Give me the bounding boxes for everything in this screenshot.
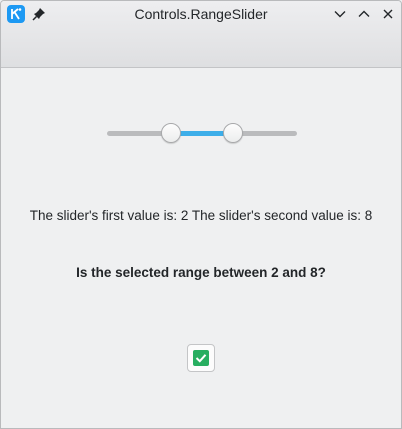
range-slider[interactable] bbox=[107, 123, 297, 145]
values-line: The slider's first value is: 2 The slide… bbox=[1, 208, 401, 223]
check-icon bbox=[193, 350, 209, 366]
second-value-label: The slider's second value is: 8 bbox=[191, 208, 373, 223]
slider-second-handle[interactable] bbox=[222, 123, 243, 143]
chevron-up-icon[interactable] bbox=[356, 6, 372, 22]
slider-first-handle[interactable] bbox=[161, 123, 182, 143]
range-checkbox[interactable] bbox=[187, 344, 215, 372]
chevron-down-icon[interactable] bbox=[332, 6, 348, 22]
title-bar: Controls.RangeSlider bbox=[1, 1, 401, 68]
close-icon[interactable] bbox=[380, 6, 396, 22]
app-window: Controls.RangeSlider The slider's first … bbox=[0, 0, 402, 429]
range-question: Is the selected range between 2 and 8? bbox=[76, 265, 326, 280]
first-value-label: The slider's first value is: 2 bbox=[29, 208, 189, 223]
content-area: The slider's first value is: 2 The slide… bbox=[1, 68, 401, 428]
